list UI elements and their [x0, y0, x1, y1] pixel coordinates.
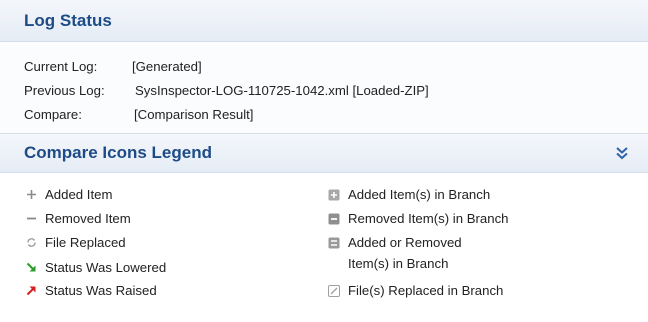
current-log-row: Current Log: [Generated]: [24, 55, 648, 79]
minus-icon: [24, 208, 38, 229]
log-status-body: Current Log: [Generated] Previous Log: Sys…: [0, 42, 648, 133]
current-log-label: Current Log:: [24, 59, 98, 74]
legend-item-added: Added Item: [24, 184, 112, 205]
branch-minus-icon: [327, 208, 341, 229]
previous-log-row: Previous Log: SysInspector-LOG-110725-104…: [24, 79, 648, 103]
legend-item-added-branch: Added Item(s) in Branch: [327, 184, 490, 205]
legend-label: File(s) Replaced in Branch: [348, 283, 504, 298]
legend-item-status-lowered: Status Was Lowered: [24, 257, 166, 278]
legend-label: Added or Removed: [348, 235, 462, 250]
arrow-down-green-icon: [24, 257, 38, 278]
legend-label: File Replaced: [45, 235, 126, 250]
compare-value: [Comparison Result]: [134, 107, 254, 122]
legend-label: Added Item(s) in Branch: [348, 187, 491, 202]
sysinspector-panel: Log Status Current Log: [Generated] Previ…: [0, 0, 648, 322]
legend-title: Compare Icons Legend: [24, 143, 212, 162]
log-status-header: Log Status: [0, 0, 648, 42]
current-log-value: [Generated]: [132, 59, 202, 74]
legend-header[interactable]: Compare Icons Legend: [0, 133, 648, 173]
arrow-up-red-icon: [24, 280, 38, 301]
branch-plus-icon: [327, 184, 341, 205]
legend-label-line2: Item(s) in Branch: [348, 256, 449, 271]
previous-log-value: SysInspector-LOG-110725-1042.xml [Loaded…: [135, 83, 429, 98]
branch-replace-icon: [327, 280, 341, 301]
log-status-title: Log Status: [24, 10, 112, 30]
legend-item-file-replaced: File Replaced: [24, 232, 126, 253]
legend-label-group: Added or Removed Item(s) in Branch: [348, 232, 462, 274]
legend-label: Removed Item(s) in Branch: [348, 211, 509, 226]
legend-item-replaced-branch: File(s) Replaced in Branch: [327, 280, 503, 301]
compare-row: Compare: [Comparison Result]: [24, 103, 648, 127]
branch-plusminus-icon: [327, 232, 341, 253]
previous-log-label: Previous Log:: [24, 83, 105, 98]
replace-icon: [24, 232, 38, 253]
legend-label: Status Was Raised: [45, 283, 157, 298]
plus-icon: [24, 184, 38, 205]
double-chevron-down-icon[interactable]: [614, 145, 630, 161]
legend-item-removed-branch: Removed Item(s) in Branch: [327, 208, 509, 229]
legend-label: Removed Item: [45, 211, 131, 226]
legend-body: Added Item Removed Item File Replaced St…: [0, 173, 648, 322]
legend-item-status-raised: Status Was Raised: [24, 280, 157, 301]
legend-item-added-removed-branch: Added or Removed Item(s) in Branch: [327, 232, 462, 274]
legend-label: Added Item: [45, 187, 113, 202]
legend-item-removed: Removed Item: [24, 208, 131, 229]
compare-label: Compare:: [24, 107, 82, 122]
legend-label: Status Was Lowered: [45, 260, 167, 275]
